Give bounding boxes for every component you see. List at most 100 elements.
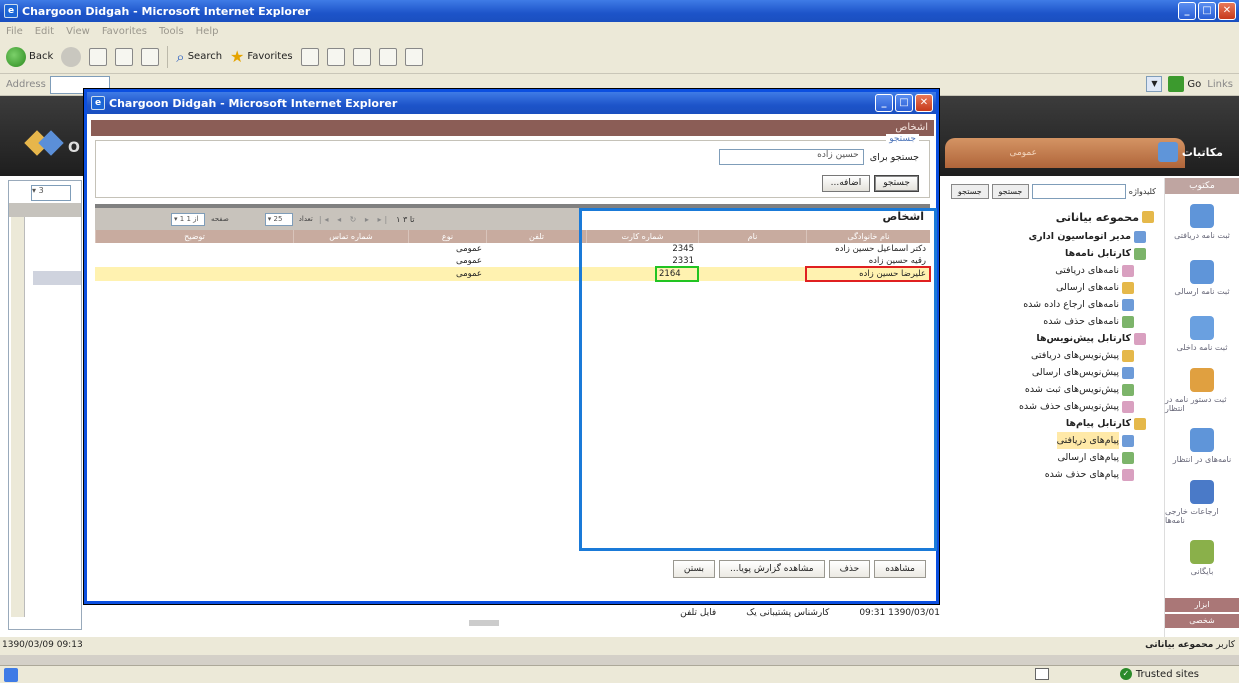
tree-item[interactable]: پیش‌نویس‌های ارسالی <box>944 364 1134 381</box>
table-row[interactable]: دکتر اسماعیل حسین زاده 2345 عمومی <box>95 243 930 255</box>
per-page-select[interactable]: ▾ 25 <box>264 212 293 226</box>
module-title: مکاتبات <box>1157 142 1223 162</box>
tree-item[interactable]: کارتابل پیش‌نویس‌ها <box>944 330 1146 347</box>
vertical-toolbar-button[interactable]: ثبت نامه دریافتی <box>1165 194 1239 250</box>
folder-icon <box>1122 298 1134 311</box>
tree-item[interactable]: مدیر اتوماسیون اداری <box>944 228 1146 245</box>
forward-button[interactable] <box>61 46 82 67</box>
refresh-icon[interactable] <box>115 47 134 66</box>
close-button[interactable]: ✕ <box>1218 2 1236 20</box>
tree-item[interactable]: نامه‌های حذف شده <box>944 313 1134 330</box>
window-title: Chargoon Didgah - Microsoft Internet Exp… <box>22 4 311 18</box>
mail-icon[interactable] <box>326 47 345 66</box>
cell-empty <box>293 267 408 281</box>
tree-item[interactable]: پیش‌نویس‌های حذف شده <box>944 398 1134 415</box>
edit-icon[interactable] <box>378 47 397 66</box>
back-button[interactable]: Back <box>6 46 53 67</box>
tree-item[interactable]: کارتابل پیام‌ها <box>944 415 1146 432</box>
tree-search-left-button[interactable]: جستجو <box>951 183 989 199</box>
left-pane-selected-row[interactable] <box>33 271 81 285</box>
view-button[interactable]: مشاهده <box>874 560 926 578</box>
menu-help[interactable]: Help <box>196 26 219 37</box>
ie-status-bar: ✓ Trusted sites <box>0 665 1239 683</box>
tree-item[interactable]: نامه‌های دریافتی <box>944 262 1134 279</box>
search-input[interactable]: حسین زاده <box>718 149 864 165</box>
search-button[interactable]: ⌕ Search <box>176 48 222 66</box>
vertical-toolbar-button[interactable]: نامه‌های در انتظار <box>1165 418 1239 474</box>
column-header[interactable]: تلفن <box>486 230 586 243</box>
left-pane-select[interactable]: ▾ 3 <box>31 185 71 201</box>
personal-footer[interactable]: شخصی <box>1165 614 1239 628</box>
dynamic-report-button[interactable]: مشاهده گزارش پویا... <box>719 560 825 578</box>
vertical-toolbar-button[interactable]: ثبت نامه ارسالی <box>1165 250 1239 306</box>
tree-item[interactable]: پیش‌نویس‌های ثبت شده <box>944 381 1134 398</box>
menu-edit[interactable]: Edit <box>35 26 54 37</box>
tree-item[interactable]: پیام‌های حذف شده <box>944 466 1134 483</box>
cell-empty <box>95 255 293 267</box>
tree-search-input[interactable] <box>1032 183 1126 199</box>
message-sender: کارشناس پشتیبانی یک <box>746 608 830 618</box>
table-row[interactable]: رقیه حسین زاده 2331 عمومی <box>95 255 930 267</box>
grid-title: اشخاص <box>882 210 924 223</box>
folder-icon[interactable] <box>404 47 423 66</box>
popup-resize-handle[interactable] <box>469 620 499 626</box>
favorites-button[interactable]: ★ Favorites <box>230 47 293 66</box>
tree-item[interactable]: محموعه بیاناتی <box>944 206 1154 228</box>
popup-title: Chargoon Didgah - Microsoft Internet Exp… <box>109 96 398 110</box>
tree-item[interactable]: پیش‌نویس‌های دریافتی <box>944 347 1134 364</box>
stop-icon[interactable] <box>89 47 108 66</box>
delete-button[interactable]: حذف <box>828 560 871 578</box>
column-header[interactable]: نوع <box>408 230 486 243</box>
minimize-button[interactable]: _ <box>1178 2 1196 20</box>
close-popup-button[interactable]: بستن <box>672 560 716 578</box>
page-select[interactable]: ▾ 1 از 1 <box>171 212 205 226</box>
left-pane-scrollbar[interactable] <box>11 217 25 617</box>
tree-item[interactable]: کارتابل نامه‌ها <box>944 245 1146 262</box>
checkmark-icon: ✓ <box>1119 668 1132 680</box>
tree-item[interactable]: پیام‌های ارسالی <box>944 449 1134 466</box>
popup-close-button[interactable]: ✕ <box>915 94 933 112</box>
message-row[interactable]: 1390/03/01 09:31 کارشناس پشتیبانی یک فای… <box>500 608 940 622</box>
column-header[interactable]: شماره کارت <box>586 230 698 243</box>
tree-item[interactable]: نامه‌های ارسالی <box>944 279 1134 296</box>
maximize-button[interactable]: □ <box>1198 2 1216 20</box>
vertical-toolbar-button[interactable]: ثبت نامه داخلی <box>1165 306 1239 362</box>
tree-search-button[interactable]: جستجو <box>991 183 1030 199</box>
popup-minimize-button[interactable]: _ <box>875 94 893 112</box>
vertical-toolbar-button[interactable]: ثبت دستور نامه در انتظار <box>1165 362 1239 418</box>
address-dropdown-icon[interactable]: ▼ <box>1146 76 1163 92</box>
folder-icon <box>1122 315 1134 328</box>
search-submit-button[interactable]: جستجو <box>874 175 919 192</box>
column-header[interactable]: شماره تماس <box>293 230 408 243</box>
cell-empty <box>486 267 586 281</box>
tree-item[interactable]: نامه‌های ارجاع داده شده <box>944 296 1134 313</box>
app-brand: O <box>68 140 80 156</box>
home-icon[interactable] <box>141 47 160 66</box>
links-label[interactable]: Links <box>1207 79 1233 90</box>
history-icon[interactable] <box>300 47 319 66</box>
folder-icon <box>1122 468 1134 481</box>
folder-icon <box>1134 230 1146 243</box>
menu-tools[interactable]: Tools <box>159 26 184 37</box>
column-header[interactable]: نام <box>698 230 806 243</box>
cell-name: علیرضا حسین زاده <box>805 266 931 282</box>
print-icon[interactable] <box>352 47 371 66</box>
table-row[interactable]: علیرضا حسین زاده 2164 عمومی <box>95 266 931 282</box>
left-pane-header <box>9 203 81 217</box>
search-label: Search <box>187 51 223 62</box>
vertical-toolbar-button[interactable]: ارجاعات خارجی نامه‌ها <box>1165 474 1239 530</box>
column-header[interactable]: نام خانوادگی <box>806 230 930 243</box>
banner-tab[interactable]: عمومی <box>945 138 1185 168</box>
column-header[interactable]: توضیح <box>95 230 293 243</box>
tools-footer[interactable]: ابزار <box>1165 598 1239 612</box>
go-button[interactable]: Go <box>1168 76 1201 92</box>
add-person-button[interactable]: اضافه... <box>821 175 871 192</box>
pagination-nav-icons[interactable]: |◂ ◂ ↻ ▸ ▸| <box>319 215 390 224</box>
menu-file[interactable]: File <box>6 26 23 37</box>
tree-item[interactable]: پیام‌های دریافتی <box>944 432 1134 449</box>
cell-type: عمومی <box>455 269 482 279</box>
menu-view[interactable]: View <box>66 26 90 37</box>
menu-favorites[interactable]: Favorites <box>102 26 147 37</box>
vertical-toolbar-button[interactable]: بایگانی <box>1165 530 1239 586</box>
popup-maximize-button[interactable]: □ <box>895 94 913 112</box>
